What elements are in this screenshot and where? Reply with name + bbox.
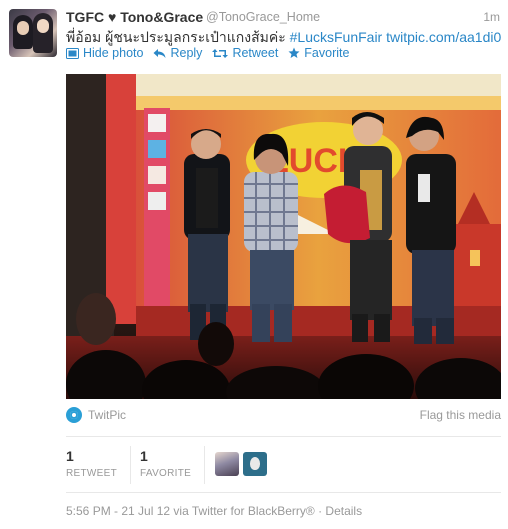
stats-divider-bottom — [66, 492, 501, 493]
media-provider-link[interactable]: TwitPic — [88, 408, 126, 422]
reply-label: Reply — [170, 46, 203, 60]
stat-separator — [204, 446, 205, 484]
user-handle[interactable]: @TonoGrace_Home — [206, 10, 320, 24]
favorite-stat[interactable]: 1 FAVORITE — [140, 448, 191, 479]
retweet-count: 1 — [66, 448, 74, 464]
star-icon — [288, 47, 300, 58]
favoriter-avatar[interactable] — [215, 452, 239, 476]
retweet-label: Retweet — [232, 46, 279, 60]
tweet-actions: Hide photo Reply Retweet Favorite — [66, 46, 349, 60]
favorite-label: Favorite — [304, 46, 350, 60]
twitpic-icon — [66, 407, 82, 423]
hide-photo-label: Hide photo — [83, 46, 144, 60]
tweet-source[interactable]: via Twitter for BlackBerry® — [173, 504, 314, 518]
tweet: TGFC ♥ Tono&Grace @TonoGrace_Home 1m พี่… — [0, 0, 508, 529]
favorite-button[interactable]: Favorite — [288, 46, 349, 60]
retweet-icon — [212, 48, 229, 58]
user-avatar[interactable] — [9, 9, 57, 57]
details-link[interactable]: Details — [325, 504, 362, 518]
retweet-stat[interactable]: 1 RETWEET — [66, 448, 117, 479]
event-stage-photo: LUCKS — [66, 74, 501, 399]
retweet-stat-label: RETWEET — [66, 468, 117, 479]
retweet-button[interactable]: Retweet — [212, 46, 278, 60]
tweet-timestamp-relative[interactable]: 1m — [483, 10, 500, 24]
media-link[interactable]: twitpic.com/aa1di0 — [386, 29, 501, 45]
flag-media-link[interactable]: Flag this media — [420, 408, 501, 422]
reply-icon — [153, 48, 166, 58]
stat-separator — [130, 446, 131, 484]
tweet-footer: 5:56 PM - 21 Jul 12 via Twitter for Blac… — [66, 504, 362, 518]
tweet-photo[interactable]: LUCKS — [66, 74, 501, 399]
footer-separator: · — [318, 504, 323, 518]
hide-photo-button[interactable]: Hide photo — [66, 46, 143, 60]
reply-button[interactable]: Reply — [153, 46, 202, 60]
tweet-text-body: พี่อ้อม ผู้ชนะประมูลกระเป๋าแกงส้มค่ะ — [66, 29, 290, 45]
photo-icon — [66, 47, 79, 59]
tweet-timestamp[interactable]: 5:56 PM - 21 Jul 12 — [66, 504, 170, 518]
hashtag-link[interactable]: #LucksFunFair — [290, 29, 383, 45]
favoriter-avatar[interactable] — [243, 452, 267, 476]
favorite-count: 1 — [140, 448, 148, 464]
media-footer: TwitPic Flag this media — [66, 405, 501, 427]
stats-divider-top — [66, 436, 501, 437]
display-name[interactable]: TGFC ♥ Tono&Grace — [66, 9, 203, 25]
favorite-stat-label: FAVORITE — [140, 468, 192, 479]
